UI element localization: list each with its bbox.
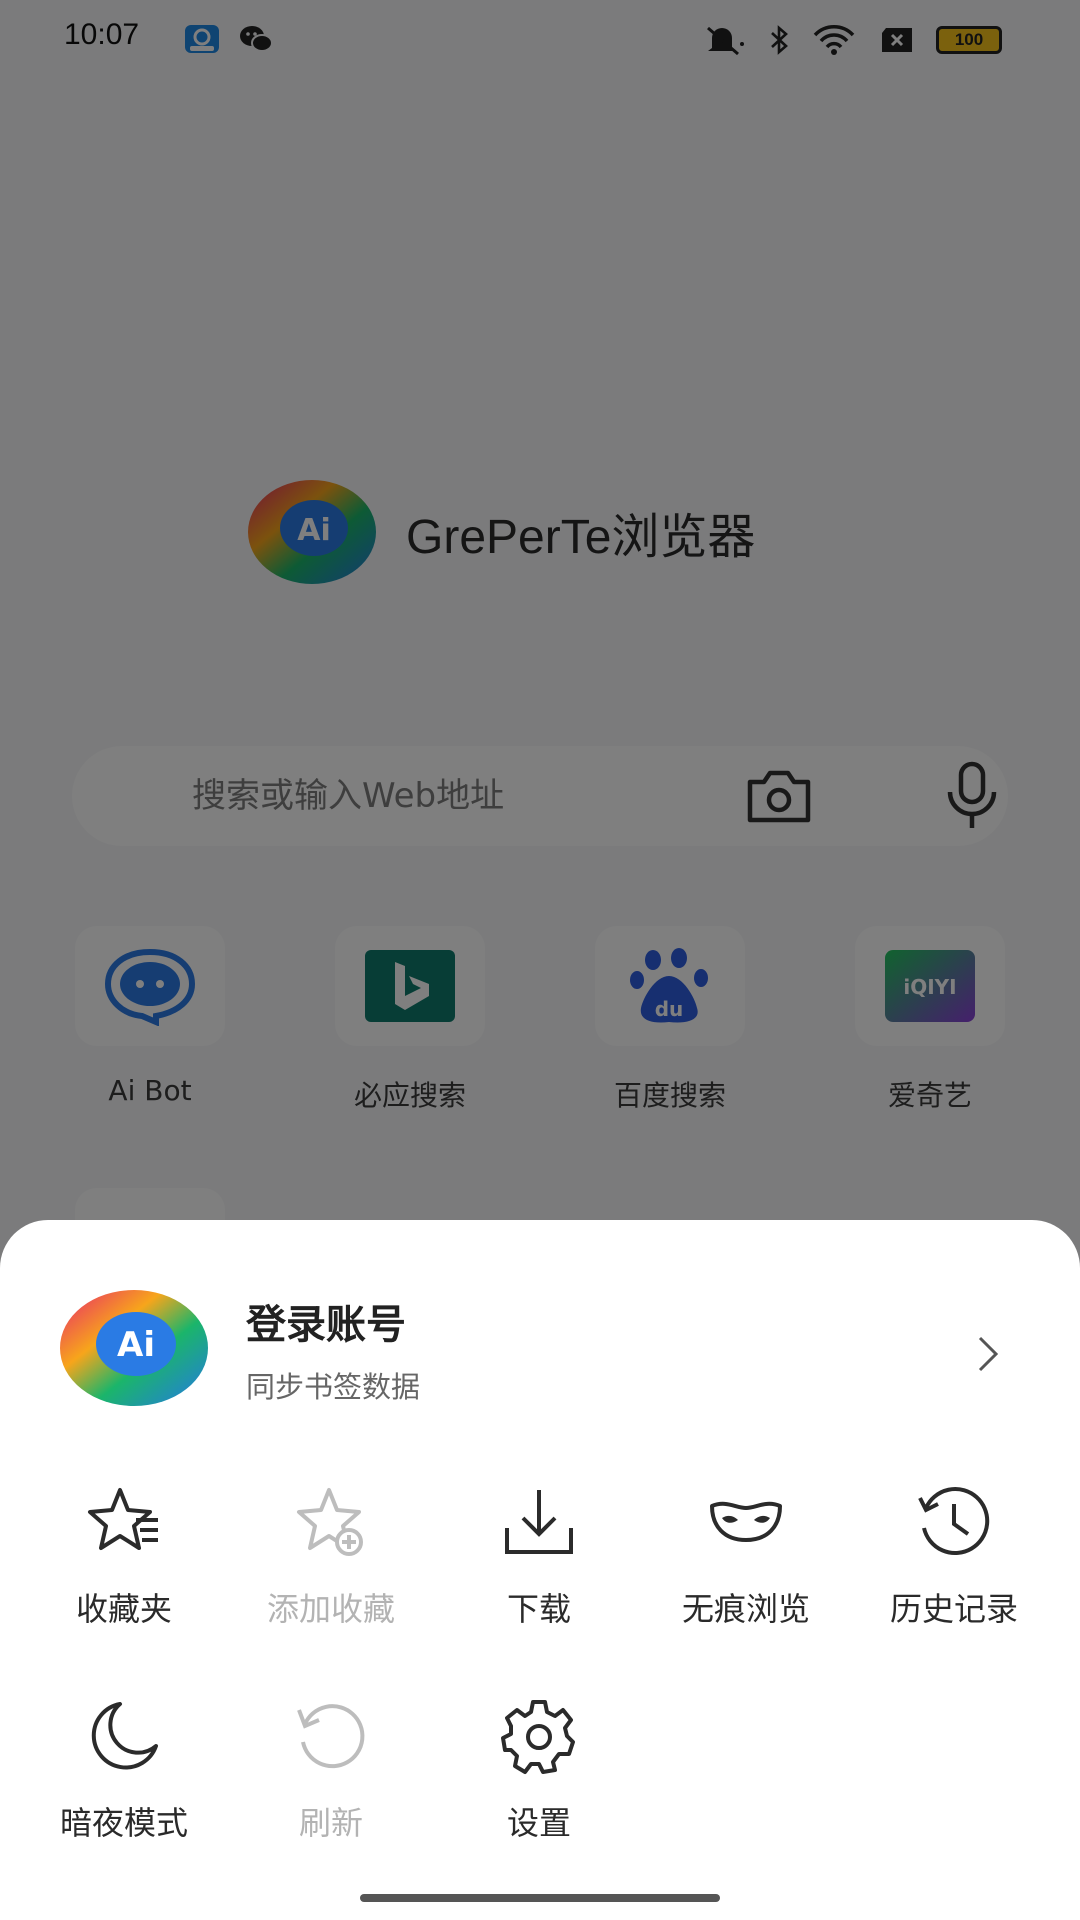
menu-settings[interactable]: 设置	[439, 1696, 639, 1844]
menu-label: 收藏夹	[75, 1590, 172, 1628]
menu-incognito[interactable]: 无痕浏览	[646, 1482, 846, 1630]
account-avatar-text: Ai	[117, 1325, 155, 1365]
chevron-right-icon	[978, 1336, 999, 1372]
menu-label: 设置	[506, 1804, 571, 1842]
menu-dark-mode[interactable]: 暗夜模式	[24, 1696, 224, 1844]
menu-label: 暗夜模式	[59, 1804, 188, 1842]
menu-label: 下载	[506, 1590, 571, 1628]
incognito-mask-icon	[710, 1501, 782, 1542]
menu-favorites[interactable]: 收藏夹	[24, 1482, 224, 1630]
menu-label: 添加收藏	[266, 1590, 395, 1628]
menu-download[interactable]: 下载	[439, 1482, 639, 1630]
download-icon	[505, 1490, 573, 1554]
account-avatar: Ai	[60, 1290, 208, 1406]
moon-icon	[91, 1702, 158, 1770]
history-icon	[918, 1487, 990, 1555]
add-favorite-icon	[297, 1488, 363, 1556]
menu-refresh[interactable]: 刷新	[231, 1696, 431, 1844]
menu-label: 无痕浏览	[681, 1590, 810, 1628]
menu-add-favorite[interactable]: 添加收藏	[231, 1482, 431, 1630]
menu-bottom-sheet: Ai 登录账号 同步书签数据 收藏夹 添加收藏 下载 无痕浏览 历史记录 暗夜模…	[0, 1220, 1080, 1920]
menu-label: 刷新	[298, 1804, 363, 1842]
refresh-icon	[297, 1704, 365, 1769]
settings-gear-icon	[501, 1700, 575, 1774]
favorites-icon	[88, 1488, 158, 1550]
login-subtitle: 同步书签数据	[246, 1370, 421, 1404]
login-account-row[interactable]: Ai 登录账号 同步书签数据	[0, 1220, 1080, 1420]
menu-label: 历史记录	[889, 1590, 1018, 1628]
home-indicator[interactable]	[360, 1894, 720, 1902]
menu-history[interactable]: 历史记录	[854, 1482, 1054, 1630]
login-title: 登录账号	[246, 1302, 406, 1348]
